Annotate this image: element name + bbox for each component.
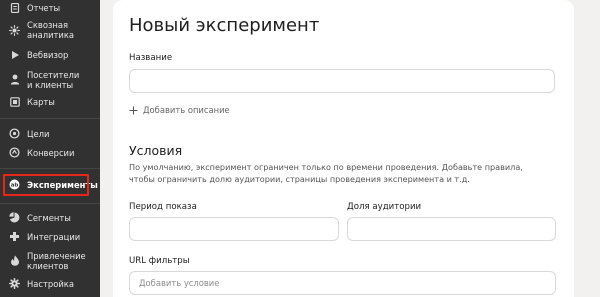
sidebar-item-label: Цели xyxy=(27,129,50,139)
sidebar-item-goals[interactable]: Цели xyxy=(0,127,100,141)
sidebar-item-label: Вебвизор xyxy=(27,50,69,60)
end-to-end-analytics-icon xyxy=(9,25,20,36)
sidebar-item-label: Настройка xyxy=(27,279,74,289)
sidebar-item-acquisition[interactable]: Привлечение клиентов xyxy=(0,249,100,273)
sidebar-item-end-to-end-analytics[interactable]: Сквозная аналитика xyxy=(0,18,100,42)
sidebar-item-label: Сегменты xyxy=(27,213,71,223)
sidebar-item-label: Сквозная аналитика xyxy=(27,20,75,40)
sidebar-item-conversions[interactable]: Конверсии xyxy=(0,146,100,160)
audience-share-input[interactable] xyxy=(347,217,556,241)
integrations-icon xyxy=(9,231,20,242)
sidebar: Отчеты Сквозная аналитика Вебвизор Посет… xyxy=(0,0,100,297)
reports-icon xyxy=(9,2,20,13)
play-icon xyxy=(9,49,20,60)
gear-icon xyxy=(9,278,20,289)
add-condition-input[interactable] xyxy=(129,271,556,295)
flame-icon xyxy=(9,255,20,266)
name-label: Название xyxy=(129,53,173,63)
page-title: Новый эксперимент xyxy=(129,15,320,36)
name-input[interactable] xyxy=(129,69,555,93)
plus-icon xyxy=(129,106,138,114)
url-filters-label: URL фильтры xyxy=(129,256,190,266)
sidebar-divider xyxy=(0,118,100,119)
sidebar-divider xyxy=(0,168,100,169)
conditions-description: По умолчанию, эксперимент ограничен толь… xyxy=(129,162,523,184)
sidebar-item-integrations[interactable]: Интеграции xyxy=(0,230,100,244)
sidebar-item-maps[interactable]: Карты xyxy=(0,95,100,109)
sidebar-item-label: Интеграции xyxy=(27,232,81,242)
sidebar-item-label: Отчеты xyxy=(27,3,61,13)
sidebar-item-label: Конверсии xyxy=(27,148,75,158)
sidebar-item-reports[interactable]: Отчеты xyxy=(0,0,100,14)
add-description-button[interactable]: Добавить описание xyxy=(129,104,230,116)
sidebar-item-label: Привлечение клиентов xyxy=(27,251,86,271)
sidebar-item-webvisor[interactable]: Вебвизор xyxy=(0,48,100,62)
sidebar-item-visitors[interactable]: Посетители и клиенты xyxy=(0,68,100,92)
audience-share-label: Доля аудитории xyxy=(347,202,422,212)
map-icon xyxy=(9,96,20,107)
sidebar-divider xyxy=(0,203,100,204)
highlight-box xyxy=(3,174,89,196)
conditions-title: Условия xyxy=(129,143,183,158)
target-icon xyxy=(9,128,20,139)
add-description-label: Добавить описание xyxy=(143,105,230,115)
period-label: Период показа xyxy=(129,202,197,212)
sidebar-item-label: Карты xyxy=(27,97,55,107)
person-icon xyxy=(9,74,20,85)
sidebar-item-settings[interactable]: Настройка xyxy=(0,277,100,291)
experiment-form-card: Новый эксперимент Название Добавить опис… xyxy=(113,0,574,297)
period-input[interactable] xyxy=(129,217,339,241)
sidebar-item-label: Посетители и клиенты xyxy=(27,70,80,90)
sidebar-item-segments[interactable]: Сегменты xyxy=(0,211,100,225)
segments-icon xyxy=(9,212,20,223)
conversion-icon xyxy=(9,147,20,158)
